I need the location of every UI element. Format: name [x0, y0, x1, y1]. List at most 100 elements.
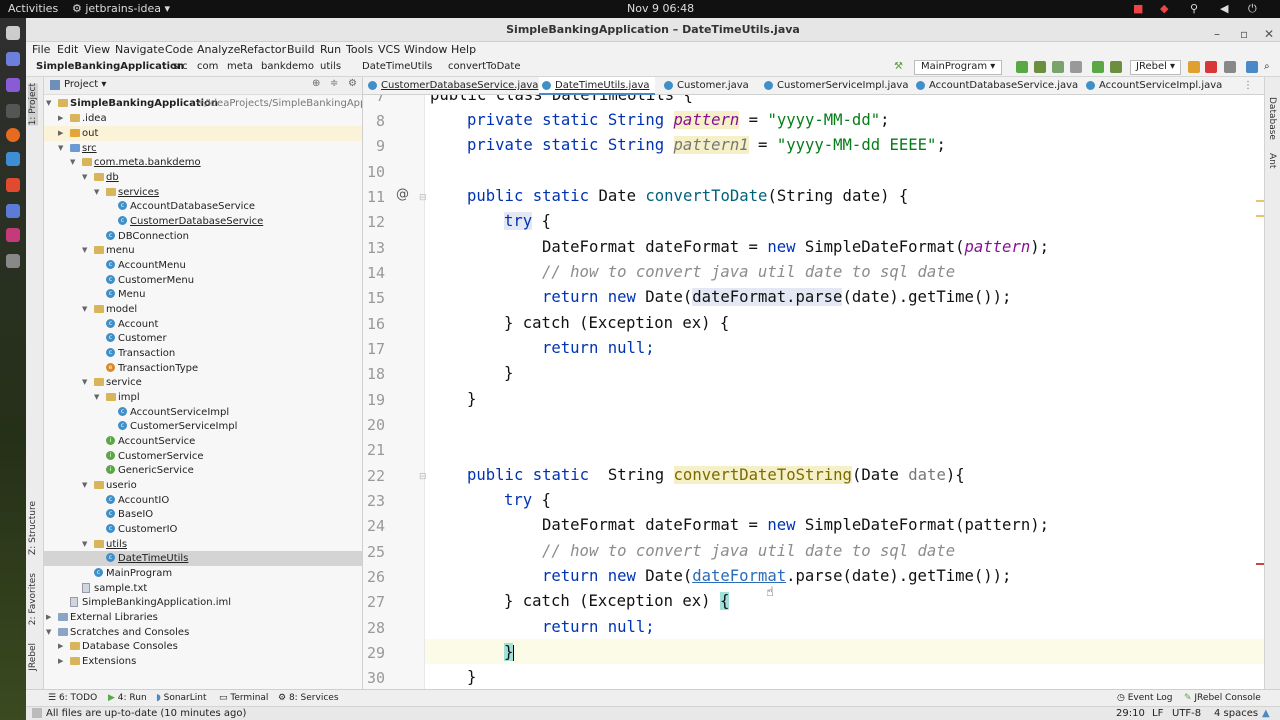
tool-jrebel[interactable]: JRebel: [28, 643, 38, 671]
tree-row[interactable]: c AccountIO: [44, 493, 362, 508]
activities-button[interactable]: Activities: [8, 2, 58, 15]
debug-icon[interactable]: [1034, 61, 1046, 73]
tree-row[interactable]: ▼ impl: [44, 390, 362, 405]
jrebel-select[interactable]: JRebel ▾: [1130, 60, 1182, 75]
clock[interactable]: Nov 9 06:48: [627, 2, 694, 15]
tree-row[interactable]: ▼ com.meta.bankdemo: [44, 155, 362, 170]
tree-row[interactable]: c Menu: [44, 287, 362, 302]
menu-vcs[interactable]: VCS: [378, 43, 400, 56]
override-marker-icon[interactable]: @: [396, 187, 409, 202]
tool-jrebel-console[interactable]: ✎ JRebel Console: [1184, 693, 1261, 703]
tree-row[interactable]: ▼ model: [44, 302, 362, 317]
tree-row[interactable]: ▶ Extensions: [44, 654, 362, 669]
chevron-down-icon[interactable]: ▼: [82, 243, 87, 258]
line-separator[interactable]: LF: [1152, 708, 1163, 719]
tab-accountdatabaseservice[interactable]: AccountDatabaseService.java: [913, 77, 1078, 95]
tree-row[interactable]: c AccountServiceImpl: [44, 405, 362, 420]
tree-row[interactable]: ▼ userio: [44, 478, 362, 493]
tool-event-log[interactable]: ◷ Event Log: [1117, 693, 1172, 703]
tree-row[interactable]: c CustomerMenu: [44, 273, 362, 288]
chevron-right-icon[interactable]: ▶: [58, 126, 63, 141]
tree-row[interactable]: c Account: [44, 317, 362, 332]
volume-icon[interactable]: ◀: [1220, 2, 1228, 15]
tool-database[interactable]: Database: [1267, 97, 1277, 140]
tree-row[interactable]: c CustomerServiceImpl: [44, 419, 362, 434]
breadcrumb-src[interactable]: src: [173, 61, 188, 72]
tree-row[interactable]: ▼ db: [44, 170, 362, 185]
hammer-icon[interactable]: ⚒: [894, 61, 903, 72]
dock-app-icon[interactable]: [6, 204, 20, 218]
fold-icon[interactable]: ⊟: [419, 472, 427, 482]
menu-code[interactable]: Code: [165, 43, 193, 56]
chevron-down-icon[interactable]: ▼: [82, 375, 87, 390]
menu-navigate[interactable]: Navigate: [115, 43, 164, 56]
breadcrumb-com[interactable]: com: [197, 61, 218, 72]
breadcrumb-utils[interactable]: utils: [320, 61, 341, 72]
tree-row[interactable]: ▼ menu: [44, 243, 362, 258]
run-config-select[interactable]: MainProgram ▾: [914, 60, 1003, 75]
lock-icon[interactable]: ▲: [1262, 708, 1270, 719]
tool-todo[interactable]: ☰ 6: TODO: [48, 693, 97, 703]
tree-row[interactable]: SimpleBankingApplication.iml: [44, 595, 362, 610]
tree-row[interactable]: c AccountMenu: [44, 258, 362, 273]
run-icon[interactable]: [1016, 61, 1028, 73]
app-menu[interactable]: ⚙ jetbrains-idea ▾: [72, 2, 170, 15]
tree-row[interactable]: c Transaction: [44, 346, 362, 361]
tool-services[interactable]: ⚙ 8: Services: [278, 693, 339, 703]
menu-tools[interactable]: Tools: [346, 43, 373, 56]
tool-structure[interactable]: Z: Structure: [28, 501, 38, 555]
tree-row[interactable]: c Customer: [44, 331, 362, 346]
chevron-down-icon[interactable]: ▼: [94, 185, 99, 200]
dock-app-icon[interactable]: [6, 52, 20, 66]
code-editor[interactable]: 7 8 9 10 11 12 13 14 15 16 17 18 19 20 2…: [363, 95, 1264, 689]
tree-row-selected[interactable]: c DateTimeUtils: [44, 551, 362, 566]
tree-row[interactable]: c DBConnection: [44, 229, 362, 244]
tree-row[interactable]: ▼ Scratches and Consoles: [44, 625, 362, 640]
menu-refactor[interactable]: Refactor: [240, 43, 286, 56]
dock-app-icon[interactable]: [6, 254, 20, 268]
tab-datetimeutils[interactable]: DateTimeUtils.java: [539, 77, 655, 95]
fold-icon[interactable]: ⊟: [419, 193, 427, 203]
intellij-icon[interactable]: [6, 228, 20, 242]
coverage-icon[interactable]: [1052, 61, 1064, 73]
network-icon[interactable]: ⚲: [1190, 2, 1198, 15]
dock-app-icon[interactable]: [6, 152, 20, 166]
brave-icon[interactable]: ◆: [1160, 2, 1168, 15]
chevron-down-icon[interactable]: ▼: [46, 625, 51, 640]
tree-row[interactable]: c BaseIO: [44, 507, 362, 522]
tree-row[interactable]: ▶ .idea: [44, 111, 362, 126]
dock-app-icon[interactable]: [6, 26, 20, 40]
project-view-select[interactable]: Project ▾: [64, 79, 106, 90]
profile-icon[interactable]: [1070, 61, 1082, 73]
chevron-down-icon[interactable]: ▼: [58, 141, 63, 156]
breadcrumb-bankdemo[interactable]: bankdemo: [261, 61, 314, 72]
tree-row[interactable]: ▼ src: [44, 141, 362, 156]
tree-row[interactable]: ▶ External Libraries: [44, 610, 362, 625]
tool-ant[interactable]: Ant: [1267, 153, 1277, 168]
tree-row[interactable]: i AccountService: [44, 434, 362, 449]
tree-row[interactable]: i GenericService: [44, 463, 362, 478]
tool-terminal[interactable]: ▭ Terminal: [219, 693, 268, 703]
breadcrumb-project[interactable]: SimpleBankingApplication: [36, 61, 184, 72]
tool-sonarlint[interactable]: ◗ SonarLint: [156, 693, 207, 703]
menu-help[interactable]: Help: [451, 43, 476, 56]
menu-run[interactable]: Run: [320, 43, 341, 56]
tab-customerserviceimpl[interactable]: CustomerServiceImpl.java: [761, 77, 908, 95]
breadcrumb-datetimeutils[interactable]: DateTimeUtils: [362, 61, 432, 72]
caret-position[interactable]: 29:10: [1116, 708, 1145, 719]
git-icon[interactable]: [1246, 61, 1258, 73]
tool-project[interactable]: 1: Project: [28, 83, 38, 126]
chevron-right-icon[interactable]: ▶: [46, 610, 51, 625]
locate-icon[interactable]: ⊕: [312, 78, 320, 89]
chevron-down-icon[interactable]: ▼: [82, 302, 87, 317]
tab-accountserviceimpl[interactable]: AccountServiceImpl.java: [1083, 77, 1233, 95]
camera-icon[interactable]: ■: [1133, 2, 1143, 15]
tree-row[interactable]: ▼ services: [44, 185, 362, 200]
tree-row[interactable]: c AccountDatabaseService: [44, 199, 362, 214]
menu-edit[interactable]: Edit: [57, 43, 78, 56]
menu-window[interactable]: Window: [404, 43, 447, 56]
tab-customerdatabaseservice[interactable]: CustomerDatabaseService.java: [365, 77, 538, 95]
menu-analyze[interactable]: Analyze: [197, 43, 240, 56]
more-tabs-icon[interactable]: ⋮: [1243, 80, 1253, 91]
tree-row[interactable]: ▼ service: [44, 375, 362, 390]
